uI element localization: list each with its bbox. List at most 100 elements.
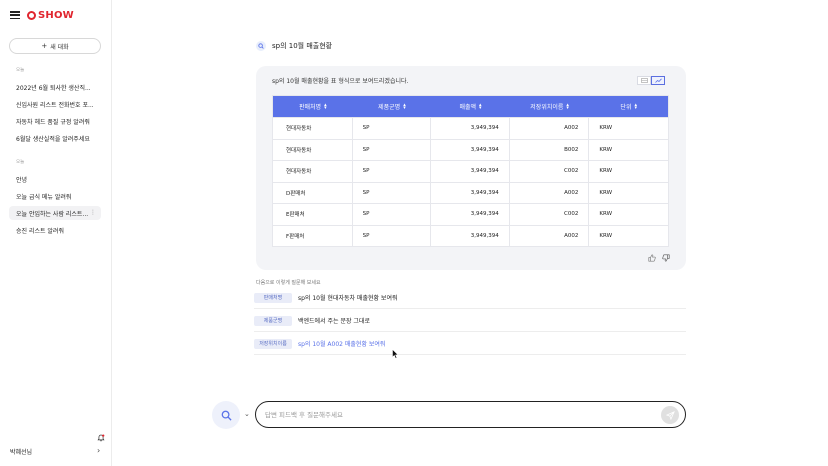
sort-icon: ▴ ▾ <box>566 101 569 111</box>
suggestion-item[interactable]: 저장위치이름 sp의 10월 A002 매출현황 보여줘 <box>254 333 686 355</box>
thumbs-down-icon[interactable] <box>662 254 670 262</box>
table-row: 현대자동차 SP 3,949,394 C002 KRW <box>273 160 668 182</box>
table-row: 현대자동차 SP 3,949,394 B002 KRW <box>273 138 668 160</box>
send-icon <box>665 410 675 420</box>
table-cell: 3,949,394 <box>431 225 510 246</box>
sidebar-header: SHOW <box>10 8 74 22</box>
sidebar: SHOW + 새 대화 오늘 2022년 6월 퇴사한 생산직... 신입사원 … <box>0 0 112 466</box>
table-cell: 3,949,394 <box>431 118 510 139</box>
suggestion-item[interactable]: 제품군명 백엔드에서 주는 문장 그대로 <box>254 310 686 332</box>
table-cell: SP <box>353 225 432 246</box>
sales-table: 판매처명 ▴ ▾ 제품군명 ▴ ▾ 매출액 ▴ ▾ 저장위치이름 ▴ ▾ 단위 ▴ ▾ 현대자동차 S… <box>272 95 669 247</box>
table-cell: KRW <box>599 232 613 239</box>
table-row: 현대자동차 SP 3,949,394 A002 KRW <box>273 117 668 139</box>
table-cell: KRW <box>599 146 613 153</box>
table-cell: SP <box>353 139 432 160</box>
table-cell: KRW <box>599 189 613 196</box>
question-text: sp의 10월 매출현황 <box>272 42 333 50</box>
table-cell: C002 <box>510 161 590 182</box>
chart-icon <box>654 78 662 83</box>
table-cell: KRW <box>599 211 613 218</box>
table-cell: 현대자동차 <box>273 161 353 182</box>
table-icon <box>640 78 648 83</box>
suggestion-tag: 저장위치이름 <box>254 338 292 349</box>
table-cell: E판매처 <box>273 204 353 225</box>
sort-icon: ▴ ▾ <box>324 101 327 111</box>
thumbs-up-icon[interactable] <box>648 254 656 262</box>
plus-icon: + <box>41 42 48 50</box>
column-header[interactable]: 매출액 ▴ ▾ <box>431 96 510 117</box>
suggestion-text: 백엔드에서 주는 문장 그대로 <box>298 318 370 325</box>
chevron-right-icon[interactable]: › <box>97 446 100 455</box>
history-item[interactable]: 오늘 급식 메뉴 알려줘 <box>9 189 101 203</box>
answer-intro: sp의 10월 매출현황을 표 형식으로 보여드리겠습니다. <box>272 78 409 85</box>
table-header: 판매처명 ▴ ▾ 제품군명 ▴ ▾ 매출액 ▴ ▾ 저장위치이름 ▴ ▾ 단위 ▴ ▾ <box>273 96 668 117</box>
table-cell: A002 <box>510 118 590 139</box>
brand-name: SHOW <box>38 9 74 21</box>
suggestion-tag: 판매처명 <box>254 292 292 303</box>
history-item[interactable]: 안녕 <box>9 172 101 186</box>
view-toggle <box>637 76 665 85</box>
table-view-button[interactable] <box>637 76 651 85</box>
table-cell: A002 <box>510 225 590 246</box>
suggestion-text: sp의 10월 현대자동차 매출현황 보여줘 <box>298 295 398 302</box>
history-item-label: 오늘 안입하는 사람 리스트... <box>16 210 89 218</box>
table-cell: SP <box>353 161 432 182</box>
history-item[interactable]: 2022년 6월 퇴사한 생산직... <box>9 80 101 94</box>
user-name[interactable]: 박혜선님 <box>10 447 32 456</box>
suggestion-item[interactable]: 판매처명 sp의 10월 현대자동차 매출현황 보여줘 <box>254 287 686 309</box>
menu-icon[interactable] <box>10 11 20 20</box>
new-chat-button[interactable]: + 새 대화 <box>9 38 101 54</box>
history-item[interactable]: 자동차 헤드 품질 규정 알려줘 <box>9 114 101 128</box>
table-cell: F판매처 <box>273 225 353 246</box>
search-icon <box>221 410 232 421</box>
table-cell: 현대자동차 <box>273 118 353 139</box>
table-cell: D판매처 <box>273 182 353 203</box>
column-header[interactable]: 판매처명 ▴ ▾ <box>273 96 353 117</box>
table-row: E판매처 SP 3,949,394 C002 KRW <box>273 203 668 225</box>
question-search-icon <box>256 41 266 51</box>
notification-bell-icon[interactable] <box>97 434 105 442</box>
history-item[interactable]: 신입사원 리스트 전화번호 포... <box>9 97 101 111</box>
more-options-icon[interactable]: ⋮ <box>90 209 96 216</box>
chat-input-box <box>255 401 686 428</box>
table-cell: KRW <box>599 168 613 175</box>
column-header[interactable]: 제품군명 ▴ ▾ <box>353 96 432 117</box>
history-section-label: 오늘 <box>16 160 25 165</box>
answer-card: sp의 10월 매출현황을 표 형식으로 보여드리겠습니다. 판매처명 ▴ ▾ 제품… <box>256 66 686 270</box>
mouse-cursor-icon <box>392 349 399 359</box>
suggestions-title: 다음으로 이렇게 질문해 보세요 <box>256 280 321 286</box>
table-cell: C002 <box>510 204 590 225</box>
new-chat-label: 새 대화 <box>50 43 69 51</box>
table-cell: SP <box>353 118 432 139</box>
table-row: D판매처 SP 3,949,394 A002 KRW <box>273 181 668 203</box>
suggestion-text: sp의 10월 A002 매출현황 보여줘 <box>298 341 386 348</box>
chat-input[interactable] <box>265 408 645 422</box>
sort-icon: ▴ ▾ <box>479 101 482 111</box>
table-cell: 3,949,394 <box>431 161 510 182</box>
sort-icon: ▴ ▾ <box>634 101 637 111</box>
table-cell: 3,949,394 <box>431 204 510 225</box>
table-row: F판매처 SP 3,949,394 A002 KRW <box>273 224 668 246</box>
suggestion-tag: 제품군명 <box>254 315 292 326</box>
column-header[interactable]: 단위 ▴ ▾ <box>589 96 668 117</box>
history-item[interactable]: 6월달 생산실적을 알려주세요 <box>9 131 101 145</box>
send-button[interactable] <box>661 406 679 424</box>
logo-icon <box>27 10 36 20</box>
search-mode-button[interactable] <box>212 401 240 429</box>
table-cell: B002 <box>510 139 590 160</box>
app-root: SHOW + 새 대화 오늘 2022년 6월 퇴사한 생산직... 신입사원 … <box>0 0 828 466</box>
history-item-active[interactable]: 오늘 안입하는 사람 리스트... ⋮ <box>9 206 101 220</box>
chart-view-button[interactable] <box>651 76 665 85</box>
feedback-buttons <box>648 254 670 262</box>
table-cell: KRW <box>599 125 613 132</box>
column-header[interactable]: 저장위치이름 ▴ ▾ <box>510 96 590 117</box>
history-item[interactable]: 승진 리스트 알려줘 <box>9 223 101 237</box>
table-cell: 현대자동차 <box>273 139 353 160</box>
history-section-label: 오늘 <box>16 68 25 73</box>
table-cell: A002 <box>510 182 590 203</box>
sort-icon: ▴ ▾ <box>403 101 406 111</box>
table-cell: 3,949,394 <box>431 139 510 160</box>
brand-logo[interactable]: SHOW <box>27 10 74 21</box>
chevron-down-icon[interactable]: ⌄ <box>244 410 250 418</box>
